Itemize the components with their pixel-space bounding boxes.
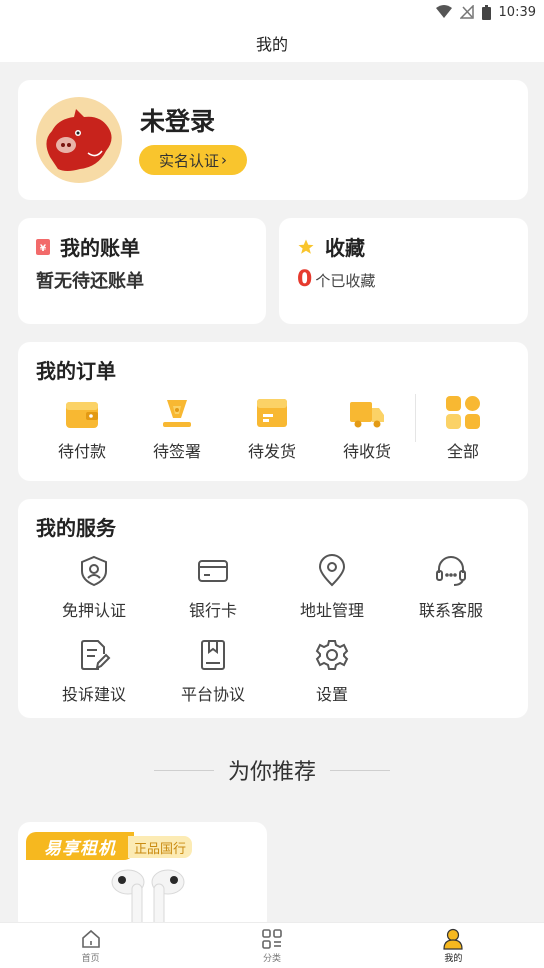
services-card: 我的服务 免押认证 银行卡 地址管理 联系客服 投诉建议 平台协议 设置: [18, 499, 528, 718]
battery-icon: [481, 4, 491, 20]
service-label: 联系客服: [418, 601, 483, 620]
product-badge: 易享租机: [26, 832, 134, 860]
package-icon: [257, 399, 287, 427]
star-icon: [298, 239, 314, 254]
tab-home[interactable]: 首页: [0, 923, 181, 968]
avatar[interactable]: [36, 97, 122, 183]
orders-title: 我的订单: [36, 359, 116, 383]
tab-label: 分类: [262, 953, 281, 964]
orders-card: 我的订单 待付款 待签署 待发货 待收货 全部: [18, 342, 528, 481]
tab-label: 首页: [81, 953, 100, 964]
favorites-count: 0: [297, 267, 313, 292]
divider-line-left: [153, 769, 214, 771]
service-label: 平台协议: [180, 685, 245, 704]
recommend-title: 为你推荐: [227, 760, 316, 785]
chevron-right-icon: ›: [221, 151, 227, 169]
service-label: 银行卡: [188, 601, 237, 620]
signal-icon: [459, 5, 474, 19]
page-title: 我的: [255, 35, 288, 54]
service-label: 免押认证: [61, 601, 126, 620]
favorites-title: 收藏: [325, 236, 365, 260]
verify-label: 实名认证: [158, 151, 219, 170]
bank-card-icon: [198, 560, 228, 582]
services-title: 我的服务: [36, 516, 116, 540]
bill-header: ¥ 我的账单: [36, 232, 140, 261]
user-icon: [443, 928, 463, 950]
order-item-label: 全部: [446, 442, 479, 461]
tab-label: 我的: [444, 953, 463, 964]
product-tag: 正品国行: [128, 836, 192, 858]
wifi-icon: [435, 5, 452, 18]
headset-icon: [436, 556, 466, 586]
shield-user-icon: [81, 555, 107, 587]
gear-icon: [315, 640, 349, 670]
status-time: 10:39: [498, 4, 536, 20]
service-bank-card[interactable]: 银行卡: [153, 554, 273, 621]
service-label: 地址管理: [299, 601, 364, 620]
order-item-label: 待付款: [57, 442, 106, 461]
favorites-card[interactable]: 收藏 0 个已收藏: [279, 218, 528, 324]
service-platform-agreement[interactable]: 平台协议: [153, 638, 273, 705]
svg-text:¥: ¥: [40, 244, 47, 254]
status-bar: 10:39: [0, 0, 544, 24]
tab-category[interactable]: 分类: [181, 923, 362, 968]
pen-icon: [163, 400, 191, 427]
location-pin-icon: [318, 554, 346, 587]
order-all[interactable]: 全部: [418, 396, 508, 462]
real-name-verify-button[interactable]: 实名认证 ›: [139, 145, 247, 175]
category-icon: [262, 928, 282, 949]
orders-divider: [415, 394, 416, 442]
service-deposit-free-verify[interactable]: 免押认证: [34, 554, 154, 621]
divider-line-right: [330, 769, 390, 771]
pig-mascot-icon: [46, 109, 112, 171]
favorites-suffix: 个已收藏: [315, 272, 376, 290]
bill-title: 我的账单: [60, 236, 140, 260]
document-edit-icon: [81, 640, 111, 670]
service-customer-support[interactable]: 联系客服: [391, 554, 511, 621]
service-complaints[interactable]: 投诉建议: [34, 638, 154, 705]
bottom-tab-bar: 首页 分类 我的: [0, 922, 544, 968]
order-pending-receipt[interactable]: 待收货: [322, 396, 412, 462]
order-item-label: 待发货: [247, 442, 296, 461]
login-status-name[interactable]: 未登录: [140, 102, 215, 138]
service-settings[interactable]: 设置: [272, 638, 392, 705]
service-label: 投诉建议: [61, 685, 126, 704]
recommend-header: 为你推荐: [0, 754, 544, 786]
bill-icon: ¥: [36, 238, 50, 255]
bill-subtitle: 暂无待还账单: [36, 271, 144, 292]
bookmark-book-icon: [201, 640, 225, 670]
service-address[interactable]: 地址管理: [272, 554, 392, 621]
product-card[interactable]: 易享租机 正品国行: [18, 822, 267, 932]
favorites-summary: 0 个已收藏: [297, 267, 375, 292]
order-pending-payment[interactable]: 待付款: [37, 396, 127, 462]
wallet-icon: [66, 402, 98, 428]
order-pending-sign[interactable]: 待签署: [132, 396, 222, 462]
profile-card[interactable]: 未登录 实名认证 ›: [18, 80, 528, 200]
bill-card[interactable]: ¥ 我的账单 暂无待还账单: [18, 218, 266, 324]
home-icon: [81, 929, 100, 948]
service-label: 设置: [315, 685, 348, 704]
order-pending-shipment[interactable]: 待发货: [227, 396, 317, 462]
grid-icon: [446, 396, 480, 429]
order-item-label: 待收货: [342, 442, 391, 461]
order-item-label: 待签署: [152, 442, 201, 461]
page-header: 我的: [0, 24, 544, 62]
truck-icon: [350, 402, 384, 428]
favorites-header: 收藏: [297, 232, 365, 261]
tab-mine[interactable]: 我的: [363, 923, 544, 968]
